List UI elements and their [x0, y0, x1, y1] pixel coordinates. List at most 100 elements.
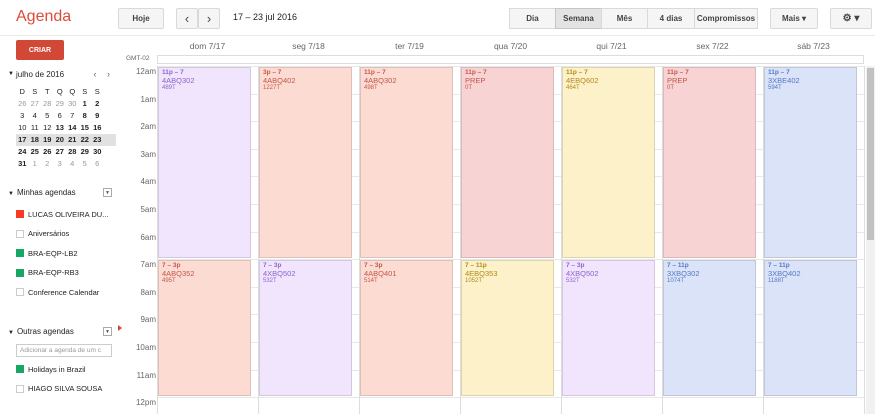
scrollbar[interactable] [866, 66, 875, 414]
mini-day[interactable]: 20 [54, 134, 67, 146]
view-agenda-button[interactable]: Compromissos [694, 8, 758, 29]
calendar-event[interactable]: 11p – 7 PREP 0T [461, 67, 554, 259]
mini-day[interactable]: 22 [79, 134, 92, 146]
other-calendars-menu-icon[interactable]: ▼ [103, 327, 112, 336]
calendar-color-swatch[interactable] [16, 384, 24, 393]
calendar-event[interactable]: 7 – 3p 4ABQ401 514T [360, 260, 453, 397]
day-header[interactable]: sáb 7/23 [763, 41, 864, 55]
mini-day[interactable]: 10 [16, 122, 29, 134]
view-4days-button[interactable]: 4 dias [647, 8, 695, 29]
mini-day[interactable]: 5 [79, 158, 92, 170]
next-week-button[interactable]: › [198, 8, 220, 29]
mini-day[interactable]: 30 [66, 98, 79, 110]
mini-day[interactable]: 3 [16, 110, 29, 122]
mini-day[interactable]: 21 [66, 134, 79, 146]
calendar-item[interactable]: HIAGO SILVA SOUSA [16, 383, 102, 395]
mini-day[interactable]: 4 [66, 158, 79, 170]
prev-week-button[interactable]: ‹ [176, 8, 198, 29]
calendar-item[interactable]: LUCAS OLIVEIRA DU... [16, 208, 108, 220]
mini-day[interactable]: 25 [29, 146, 42, 158]
mini-day[interactable]: 11 [29, 122, 42, 134]
week-grid[interactable]: 12am 1am 2am 3am 4am 5am 6am 7am 8am 9am 10am 11am 1… [118, 66, 875, 414]
calendar-event[interactable]: 7 – 3p 4XBQ502 532T [259, 260, 352, 397]
day-header[interactable]: qui 7/21 [561, 41, 662, 55]
all-day-row[interactable] [157, 55, 864, 64]
day-header[interactable]: sex 7/22 [662, 41, 763, 55]
view-week-button[interactable]: Semana [555, 8, 602, 29]
mini-day[interactable]: 13 [54, 122, 67, 134]
day-header[interactable]: dom 7/17 [157, 41, 258, 55]
calendar-event[interactable]: 7 – 3p 4ABQ352 495T [158, 260, 251, 397]
mini-calendar-nav[interactable]: ‹ › [94, 69, 115, 79]
mini-day[interactable]: 3 [54, 158, 67, 170]
mini-day[interactable]: 27 [54, 146, 67, 158]
mini-day[interactable]: 26 [41, 146, 54, 158]
mini-day[interactable]: 9 [91, 110, 104, 122]
mini-day[interactable]: 7 [66, 110, 79, 122]
calendar-color-swatch[interactable] [16, 249, 24, 258]
calendar-event[interactable]: 11p – 7 4ABQ302 498T [360, 67, 453, 259]
calendar-event[interactable]: 11p – 7 4ABQ302 489T [158, 67, 251, 259]
mini-day[interactable]: 1 [29, 158, 42, 170]
calendar-item[interactable]: Aniversários [16, 228, 69, 240]
view-month-button[interactable]: Mês [601, 8, 648, 29]
calendar-item[interactable]: Conference Calendar [16, 286, 99, 298]
mini-day[interactable]: 17 [16, 134, 29, 146]
mini-day[interactable]: 15 [79, 122, 92, 134]
mini-day[interactable]: 26 [16, 98, 29, 110]
view-day-button[interactable]: Dia [509, 8, 556, 29]
calendar-color-swatch[interactable] [16, 268, 24, 277]
calendar-color-swatch[interactable] [16, 288, 24, 297]
mini-day[interactable]: 24 [16, 146, 29, 158]
create-button[interactable]: CRIAR [16, 40, 64, 60]
my-calendars-menu-icon[interactable]: ▼ [103, 188, 112, 197]
calendar-event[interactable]: 11p – 7 PREP 0T [663, 67, 756, 259]
mini-day[interactable]: 2 [41, 158, 54, 170]
collapse-triangle-icon[interactable]: ▼ [8, 71, 14, 77]
calendar-event[interactable]: 11p – 7 4EBQ602 464T [562, 67, 655, 259]
mini-day[interactable]: 1 [79, 98, 92, 110]
calendar-event[interactable]: 7 – 3p 4XBQ502 532T [562, 260, 655, 397]
day-header[interactable]: ter 7/19 [359, 41, 460, 55]
settings-gear-icon[interactable]: ⚙ ▾ [830, 8, 872, 29]
mini-day[interactable]: 29 [79, 146, 92, 158]
mini-day[interactable]: 12 [41, 122, 54, 134]
mini-day[interactable]: 28 [66, 146, 79, 158]
app-title[interactable]: Agenda [16, 8, 71, 26]
calendar-event[interactable]: 11p – 7 3XBE402 594T [764, 67, 857, 259]
calendar-item[interactable]: BRA-EQP-RB3 [16, 267, 79, 279]
calendar-color-swatch[interactable] [16, 365, 24, 373]
mini-day[interactable]: 27 [29, 98, 42, 110]
calendar-event[interactable]: 7 – 11p 3XBQ402 1188T [764, 260, 857, 397]
mini-day[interactable]: 19 [41, 134, 54, 146]
mini-day[interactable]: 6 [91, 158, 104, 170]
mini-day[interactable]: 16 [91, 122, 104, 134]
calendar-color-swatch[interactable] [16, 229, 24, 238]
calendar-item[interactable]: BRA-EQP-LB2 [16, 247, 78, 259]
more-button[interactable]: Mais ▾ [770, 8, 818, 29]
mini-day[interactable]: 18 [29, 134, 42, 146]
day-header[interactable]: qua 7/20 [460, 41, 561, 55]
mini-day[interactable]: 23 [91, 134, 104, 146]
mini-day[interactable]: 4 [29, 110, 42, 122]
mini-day[interactable]: 31 [16, 158, 29, 170]
my-calendars-header[interactable]: ▼ Minhas agendas [8, 188, 76, 197]
mini-day[interactable]: 2 [91, 98, 104, 110]
mini-day[interactable]: 8 [79, 110, 92, 122]
mini-day[interactable]: 28 [41, 98, 54, 110]
calendar-event[interactable]: 3p – 7 4ABQ402 1227T [259, 67, 352, 259]
calendar-item[interactable]: Holidays in Brazil [16, 363, 86, 375]
mini-day[interactable]: 5 [41, 110, 54, 122]
day-header[interactable]: seg 7/18 [258, 41, 359, 55]
calendar-color-swatch[interactable] [16, 210, 24, 218]
other-calendars-header[interactable]: ▼ Outras agendas [8, 327, 74, 336]
mini-day[interactable]: 29 [54, 98, 67, 110]
calendar-event[interactable]: 7 – 11p 3XBQ302 1074T [663, 260, 756, 397]
scrollbar-thumb[interactable] [867, 68, 874, 240]
calendar-event[interactable]: 7 – 11p 4EBQ353 1052T [461, 260, 554, 397]
mini-day[interactable]: 14 [66, 122, 79, 134]
mini-day[interactable]: 30 [91, 146, 104, 158]
today-button[interactable]: Hoje [118, 8, 164, 29]
mini-day[interactable]: 6 [54, 110, 67, 122]
add-calendar-input[interactable]: Adicionar a agenda de um c [16, 344, 112, 357]
